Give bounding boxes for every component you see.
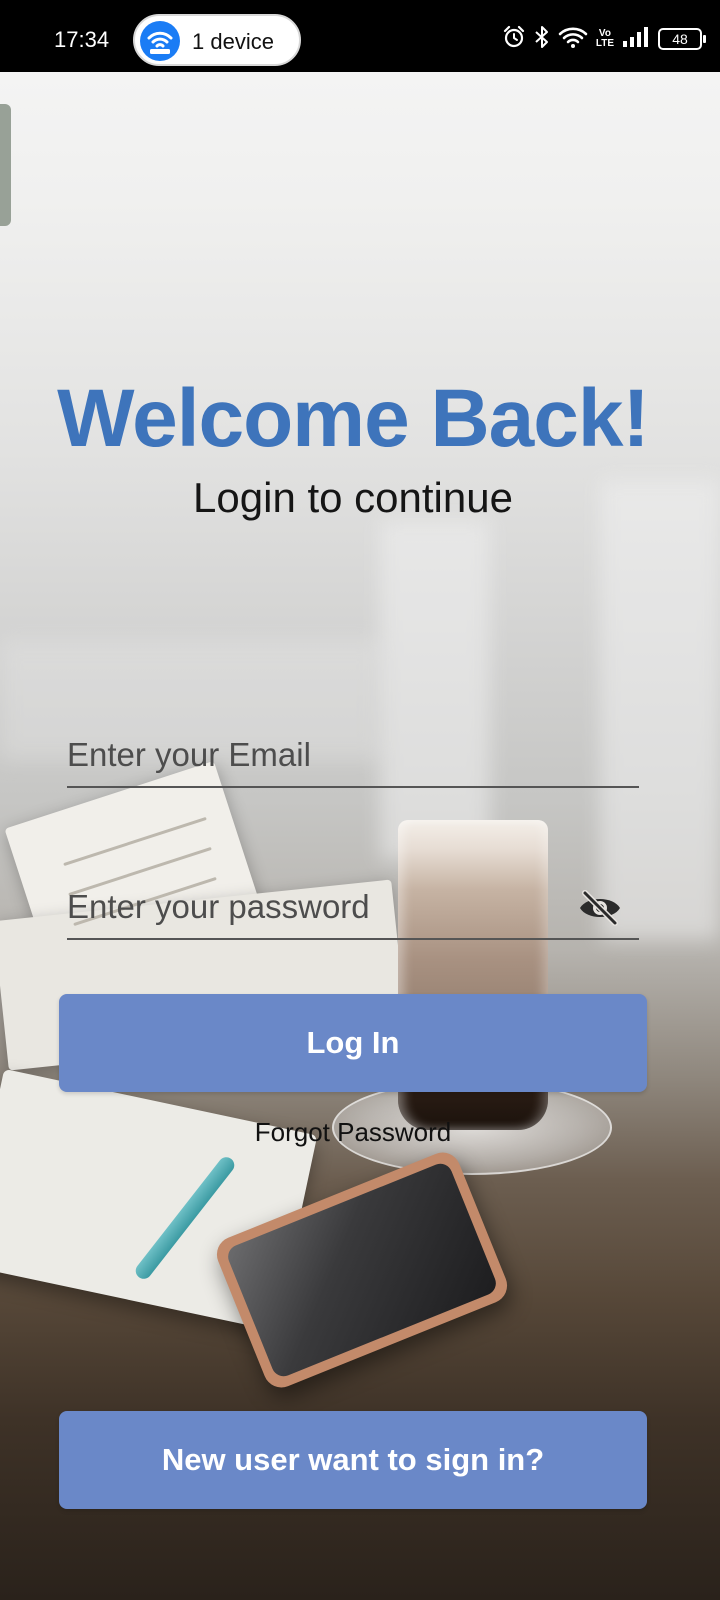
signup-button[interactable]: New user want to sign in? — [59, 1411, 647, 1509]
hotspot-label: 1 device — [192, 29, 274, 54]
hotspot-chip[interactable]: 1 device — [133, 14, 301, 66]
wifi-hotspot-icon — [140, 21, 180, 61]
login-button[interactable]: Log In — [59, 994, 647, 1092]
status-bar: 17:34 1 device Vo LTE 48 — [0, 0, 720, 72]
page-title: Welcome Back! — [57, 373, 650, 464]
bluetooth-icon — [534, 25, 550, 54]
battery-icon: 48 — [658, 28, 706, 50]
password-field — [67, 876, 639, 940]
status-time: 17:34 — [54, 27, 110, 52]
forgot-password-link[interactable]: Forgot Password — [0, 1117, 706, 1148]
email-input[interactable] — [67, 724, 639, 786]
visibility-off-icon[interactable] — [577, 890, 623, 926]
background-image — [0, 0, 720, 1600]
wifi-icon — [558, 25, 588, 54]
signal-icon — [622, 26, 650, 53]
edge-panel-handle[interactable] — [0, 104, 11, 226]
password-input[interactable] — [67, 876, 639, 938]
volte-icon: Vo LTE — [595, 28, 614, 49]
page-subtitle: Login to continue — [193, 474, 513, 521]
email-field — [67, 724, 639, 788]
alarm-icon — [502, 25, 526, 54]
